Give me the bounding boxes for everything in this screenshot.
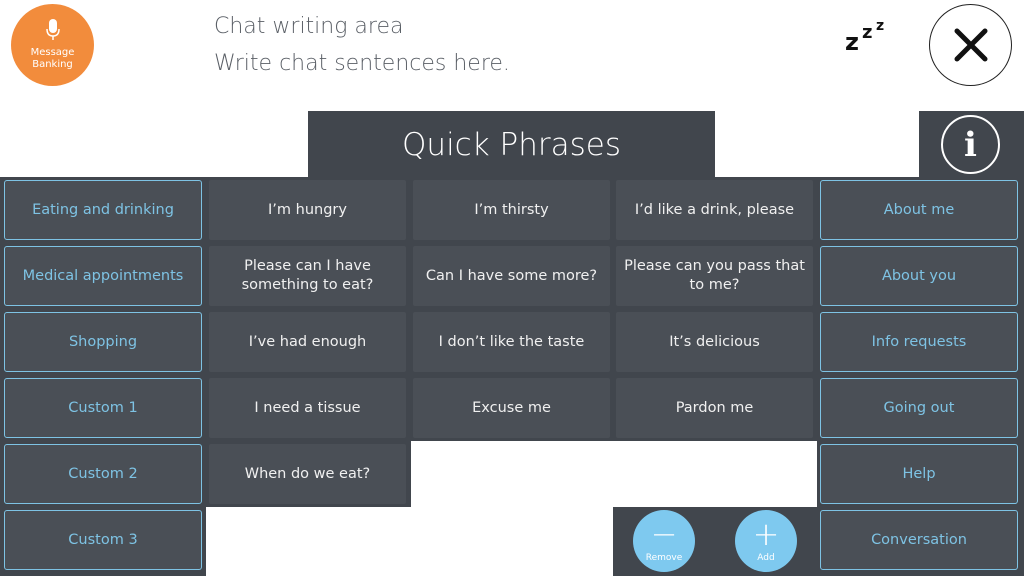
microphone-icon [45,19,60,40]
remove-label: Remove [645,552,683,563]
phrase-button[interactable]: Can I have some more? [413,246,610,306]
plus-icon: + [752,514,780,553]
empty-area [206,507,613,576]
category-conversation[interactable]: Conversation [820,510,1018,570]
chat-line-1: Chat writing area [214,14,404,39]
info-icon: i [964,124,977,165]
phrase-button[interactable]: I’m thirsty [413,180,610,240]
phrase-button[interactable]: Pardon me [616,378,813,438]
phrase-button[interactable]: It’s delicious [616,312,813,372]
panel-title: Quick Phrases [308,111,715,178]
category-shopping[interactable]: Shopping [4,312,202,372]
phrase-button[interactable]: Please can I have something to eat? [209,246,406,306]
close-icon [954,28,987,62]
category-custom-1[interactable]: Custom 1 [4,378,202,438]
add-button[interactable]: + Add [735,510,797,572]
category-info-requests[interactable]: Info requests [820,312,1018,372]
message-banking-button[interactable]: Message Banking [11,4,94,86]
category-help[interactable]: Help [820,444,1018,504]
minus-icon: − [650,514,678,553]
close-button[interactable] [929,4,1012,86]
chat-line-2: Write chat sentences here. [214,51,510,76]
phrase-button[interactable]: I need a tissue [209,378,406,438]
category-medical-appointments[interactable]: Medical appointments [4,246,202,306]
category-eating-and-drinking[interactable]: Eating and drinking [4,180,202,240]
category-custom-3[interactable]: Custom 3 [4,510,202,570]
phrase-button[interactable]: I’ve had enough [209,312,406,372]
phrase-button[interactable]: Excuse me [413,378,610,438]
phrase-button[interactable]: I don’t like the taste [413,312,610,372]
category-about-me[interactable]: About me [820,180,1018,240]
phrase-button[interactable]: When do we eat? [209,444,406,504]
chat-writing-area[interactable]: Chat writing area Write chat sentences h… [214,8,814,88]
remove-button[interactable]: − Remove [633,510,695,572]
category-custom-2[interactable]: Custom 2 [4,444,202,504]
sleep-icon[interactable]: zzz [845,18,893,56]
phrase-button[interactable]: I’m hungry [209,180,406,240]
info-button[interactable]: i [941,115,1000,174]
category-about-you[interactable]: About you [820,246,1018,306]
add-label: Add [757,552,775,563]
message-banking-label: Message Banking [30,47,75,70]
phrase-button[interactable]: I’d like a drink, please [616,180,813,240]
empty-area [411,441,817,507]
phrase-button[interactable]: Please can you pass that to me? [616,246,813,306]
category-going-out[interactable]: Going out [820,378,1018,438]
